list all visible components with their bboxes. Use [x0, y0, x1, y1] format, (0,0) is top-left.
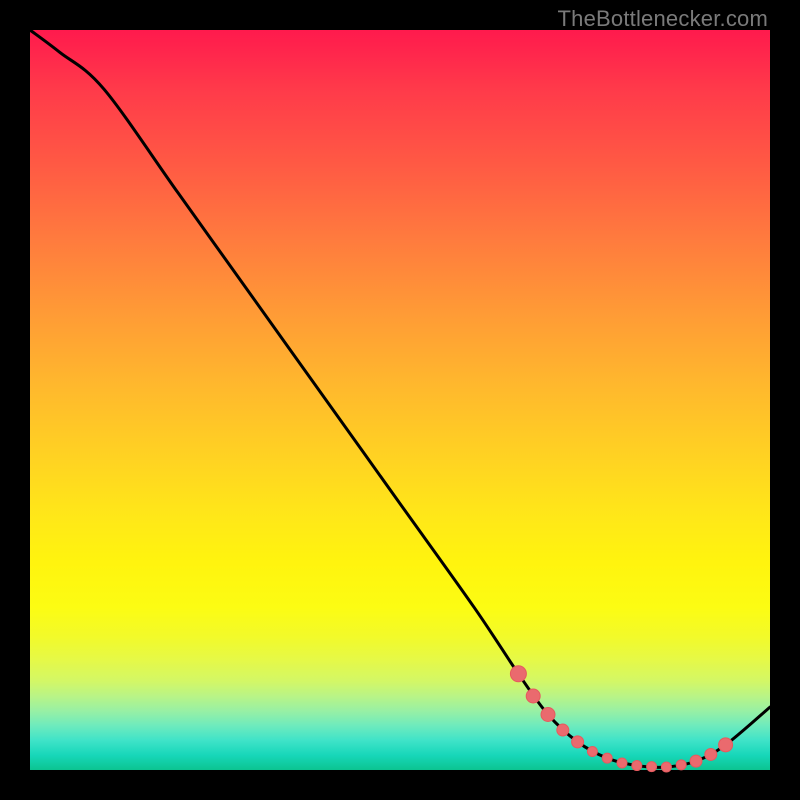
highlight-point [587, 747, 597, 757]
highlight-point [705, 748, 717, 760]
highlight-point [632, 761, 642, 771]
bottleneck-curve [30, 30, 770, 767]
highlight-point [526, 689, 540, 703]
highlight-point [572, 736, 584, 748]
highlight-point [541, 708, 555, 722]
highlight-point [510, 666, 526, 682]
highlight-point [676, 760, 686, 770]
highlight-point [617, 758, 627, 768]
highlight-point [647, 762, 657, 772]
highlight-point [557, 724, 569, 736]
highlight-point [602, 753, 612, 763]
highlight-point [690, 755, 702, 767]
bottleneck-curve-chart [0, 0, 800, 800]
highlight-point [719, 738, 733, 752]
marker-layer [510, 666, 732, 772]
curve-layer [30, 30, 770, 767]
highlight-point [661, 762, 671, 772]
